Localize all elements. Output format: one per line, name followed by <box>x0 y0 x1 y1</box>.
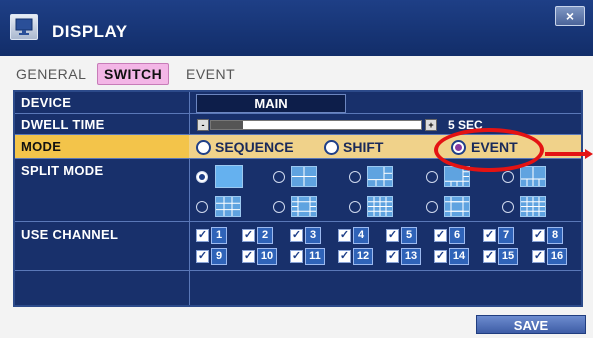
highlight-annotation-ellipse <box>434 128 544 172</box>
channel-16-checkbox[interactable]: ✓ <box>532 250 545 263</box>
save-button[interactable]: SAVE <box>476 315 586 334</box>
channel-7-checkbox[interactable]: ✓ <box>483 229 496 242</box>
channel-13-number[interactable]: 13 <box>401 248 421 265</box>
tab-event[interactable]: EVENT <box>186 63 235 85</box>
channel-14-checkbox[interactable]: ✓ <box>434 250 447 263</box>
dwell-slider[interactable] <box>210 120 422 130</box>
mode-sequence-radio[interactable] <box>196 140 211 155</box>
channel-11-checkbox[interactable]: ✓ <box>290 250 303 263</box>
channel-8-checkbox[interactable]: ✓ <box>532 229 545 242</box>
split-radio-1[interactable] <box>196 171 208 183</box>
device-row: DEVICE MAIN <box>15 92 581 114</box>
channel-1-number[interactable]: 1 <box>211 227 227 244</box>
device-label: DEVICE <box>21 95 72 110</box>
channel-2-checkbox[interactable]: ✓ <box>242 229 255 242</box>
window-title: DISPLAY <box>52 22 128 41</box>
split-4-icon[interactable] <box>291 166 317 187</box>
channel-6-checkbox[interactable]: ✓ <box>434 229 447 242</box>
title-bar: DISPLAY × <box>0 0 593 56</box>
channel-7-number[interactable]: 7 <box>498 227 514 244</box>
channel-12-checkbox[interactable]: ✓ <box>338 250 351 263</box>
split-radio-16[interactable] <box>502 201 514 213</box>
channel-16-number[interactable]: 16 <box>547 248 567 265</box>
split-6-icon[interactable] <box>367 166 393 187</box>
split-13c-icon[interactable] <box>444 196 470 217</box>
channel-2-number[interactable]: 2 <box>257 227 273 244</box>
mode-label: MODE <box>21 139 62 154</box>
split-radio-10[interactable] <box>502 171 514 183</box>
dwell-increase-button[interactable]: + <box>425 119 437 131</box>
channel-1-checkbox[interactable]: ✓ <box>196 229 209 242</box>
channel-15-checkbox[interactable]: ✓ <box>483 250 496 263</box>
channel-10-number[interactable]: 10 <box>257 248 277 265</box>
channel-11-number[interactable]: 11 <box>305 248 325 265</box>
split-radio-13a[interactable] <box>273 201 285 213</box>
device-select[interactable]: MAIN <box>196 94 346 113</box>
mode-shift-label[interactable]: SHIFT <box>343 139 383 155</box>
tab-switch[interactable]: SWITCH <box>97 63 170 85</box>
split-radio-9[interactable] <box>196 201 208 213</box>
display-monitor-icon <box>10 14 38 40</box>
channel-5-checkbox[interactable]: ✓ <box>386 229 399 242</box>
channel-row: USE CHANNEL ✓ 1 ✓ 2 ✓ 3 ✓ 4 ✓ 5 ✓ 6 ✓ 7 ✓ 8 ✓ 9 ✓ 10 ✓ 11 ✓ 12 ✓… <box>15 222 581 271</box>
split-radio-6[interactable] <box>349 171 361 183</box>
channel-10-checkbox[interactable]: ✓ <box>242 250 255 263</box>
arrow-annotation-icon <box>545 149 593 159</box>
split-16-icon[interactable] <box>520 196 546 217</box>
channel-9-number[interactable]: 9 <box>211 248 227 265</box>
split-13b-icon[interactable] <box>367 196 393 217</box>
channel-15-number[interactable]: 15 <box>498 248 518 265</box>
split-radio-8[interactable] <box>426 171 438 183</box>
split-radio-13b[interactable] <box>349 201 361 213</box>
dwell-decrease-button[interactable]: - <box>197 119 209 131</box>
channel-13-checkbox[interactable]: ✓ <box>386 250 399 263</box>
split-13a-icon[interactable] <box>291 196 317 217</box>
channel-4-number[interactable]: 4 <box>353 227 369 244</box>
channel-12-number[interactable]: 12 <box>353 248 373 265</box>
channel-3-checkbox[interactable]: ✓ <box>290 229 303 242</box>
tab-general[interactable]: GENERAL <box>16 63 86 85</box>
channel-4-checkbox[interactable]: ✓ <box>338 229 351 242</box>
dwell-label: DWELL TIME <box>21 117 105 132</box>
settings-panel: DEVICE MAIN DWELL TIME - + 5 SEC MODE SE… <box>13 90 583 307</box>
split-radio-4[interactable] <box>273 171 285 183</box>
channel-9-checkbox[interactable]: ✓ <box>196 250 209 263</box>
split-1-icon[interactable] <box>215 165 243 188</box>
channel-5-number[interactable]: 5 <box>401 227 417 244</box>
split-10-icon[interactable] <box>520 166 546 187</box>
mode-sequence-label[interactable]: SEQUENCE <box>215 139 294 155</box>
channel-14-number[interactable]: 14 <box>449 248 469 265</box>
empty-row <box>15 271 581 305</box>
split-9-icon[interactable] <box>215 196 241 217</box>
close-button[interactable]: × <box>555 6 585 26</box>
split-radio-13c[interactable] <box>426 201 438 213</box>
channel-6-number[interactable]: 6 <box>449 227 465 244</box>
channel-3-number[interactable]: 3 <box>305 227 321 244</box>
split-label: SPLIT MODE <box>21 163 104 178</box>
channel-8-number[interactable]: 8 <box>547 227 563 244</box>
channel-label: USE CHANNEL <box>21 227 119 242</box>
dwell-slider-fill <box>211 121 243 129</box>
mode-shift-radio[interactable] <box>324 140 339 155</box>
